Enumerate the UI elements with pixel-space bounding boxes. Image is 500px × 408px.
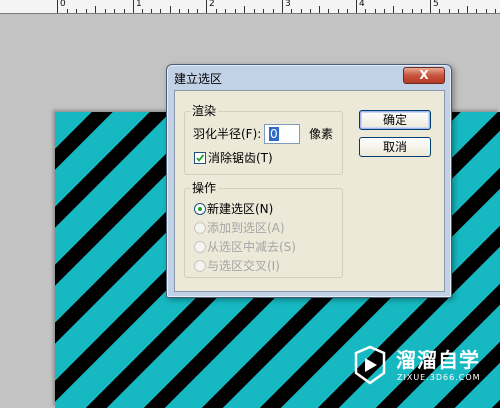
ruler-minor-tick (105, 9, 106, 13)
ruler-minor-tick (310, 9, 311, 13)
radio-new-selection[interactable] (194, 203, 206, 215)
ruler-minor-tick (254, 9, 255, 13)
ruler-label: 1 (136, 0, 142, 9)
ruler-minor-tick (263, 9, 264, 13)
ruler-minor-tick (197, 9, 198, 13)
ruler-minor-tick (124, 9, 125, 13)
ruler-minor-tick (347, 9, 348, 13)
option-intersect-label[interactable]: 与选区交叉(I) (207, 259, 280, 273)
dialog-titlebar[interactable]: 建立选区 X (167, 65, 451, 89)
ruler-minor-tick (235, 9, 236, 13)
ruler-minor-tick (76, 9, 77, 13)
ruler-minor-tick (319, 6, 320, 13)
ruler-minor-tick (273, 9, 274, 13)
close-icon: X (419, 68, 429, 82)
ok-button[interactable]: 确定 (359, 110, 431, 130)
ruler-minor-tick (458, 9, 459, 13)
ruler-minor-tick (495, 9, 496, 13)
render-group-legend: 渲染 (190, 104, 219, 118)
ruler-label: 5 (433, 0, 439, 9)
cancel-button[interactable]: 取消 (359, 137, 431, 157)
ruler-minor-tick (421, 9, 422, 13)
ruler-minor-tick (114, 9, 115, 13)
radio-subtract-from-selection[interactable] (194, 241, 206, 253)
ruler-minor-tick (402, 9, 403, 13)
radio-add-to-selection[interactable] (194, 222, 206, 234)
feather-unit-label: 像素 (309, 127, 334, 141)
ruler-label: 4 (359, 0, 365, 9)
ruler-minor-tick (160, 9, 161, 13)
ruler-minor-tick (142, 9, 143, 13)
ruler-minor-tick (412, 9, 413, 13)
feather-label: 羽化半径(F): (193, 127, 262, 141)
checkmark-icon (196, 154, 205, 162)
option-add-to-selection-label[interactable]: 添加到选区(A) (207, 221, 285, 235)
ruler-minor-tick (225, 9, 226, 13)
ruler-minor-tick (216, 9, 217, 13)
watermark-logo-icon (354, 345, 386, 385)
ruler-minor-tick (439, 9, 440, 13)
ruler-label: 3 (285, 0, 291, 9)
ruler-minor-tick (244, 6, 245, 13)
dialog-title: 建立选区 (174, 72, 223, 86)
ruler-minor-tick (67, 9, 68, 13)
horizontal-ruler: 0 1 2 3 4 5 (0, 0, 500, 14)
ruler-minor-tick (467, 6, 468, 13)
antialias-checkbox[interactable] (194, 152, 206, 164)
ruler-minor-tick (384, 9, 385, 13)
ruler-minor-tick (476, 9, 477, 13)
ruler-minor-tick (393, 6, 394, 13)
option-new-selection-label[interactable]: 新建选区(N) (207, 202, 273, 216)
radio-intersect-selection[interactable] (194, 260, 206, 272)
ruler-minor-tick (86, 9, 87, 13)
feather-radius-value: 0 (269, 127, 279, 141)
close-button[interactable]: X (403, 67, 445, 84)
ruler-minor-tick (486, 9, 487, 13)
ruler-minor-tick (170, 6, 171, 13)
ruler-minor-tick (449, 9, 450, 13)
ruler-label: 2 (209, 0, 215, 9)
option-subtract-label[interactable]: 从选区中减去(S) (207, 240, 296, 254)
ruler-minor-tick (328, 9, 329, 13)
ruler-minor-tick (188, 9, 189, 13)
watermark-title: 溜溜自学 (396, 348, 480, 372)
operation-group-legend: 操作 (190, 181, 219, 195)
ruler-minor-tick (301, 9, 302, 13)
ruler-minor-tick (338, 9, 339, 13)
ruler-minor-tick (95, 6, 96, 13)
ruler-minor-tick (365, 9, 366, 13)
watermark-subtitle: ZIXUE.3D66.COM (397, 373, 481, 382)
feather-radius-input[interactable]: 0 (264, 124, 300, 144)
ruler-minor-tick (375, 9, 376, 13)
ruler-minor-tick (291, 9, 292, 13)
antialias-label[interactable]: 消除锯齿(T) (208, 151, 273, 165)
ruler-minor-tick (179, 9, 180, 13)
ruler-minor-tick (151, 9, 152, 13)
ruler-label: 0 (60, 0, 66, 9)
